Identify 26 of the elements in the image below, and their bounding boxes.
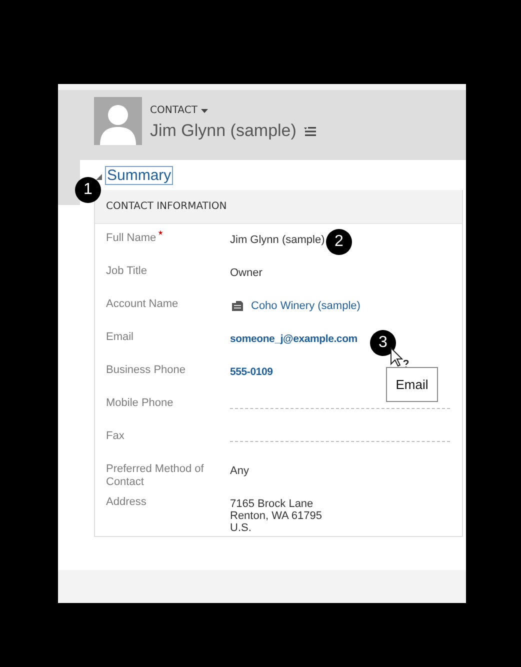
- account-link[interactable]: Coho Winery (sample): [251, 300, 360, 312]
- field-label: Mobile Phone: [106, 397, 174, 410]
- field-label: Fax: [106, 430, 126, 443]
- field-value: Owner: [230, 267, 262, 279]
- field-label: Job Title: [106, 265, 148, 278]
- record-name: Jim Glynn (sample): [150, 121, 296, 141]
- menu-icon[interactable]: [304, 126, 316, 136]
- section-title: CONTACT INFORMATION: [106, 201, 227, 212]
- avatar-icon: [94, 97, 142, 145]
- address-value: 7165 Brock Lane Renton, WA 61795 U.S.: [230, 498, 322, 534]
- entity-menu[interactable]: CONTACT: [150, 97, 316, 116]
- field-value: Any: [230, 465, 249, 477]
- section-tab-title[interactable]: Summary: [105, 166, 174, 184]
- tooltip: Email: [386, 367, 438, 402]
- caret-icon: [201, 108, 208, 112]
- field-label: Business Phone: [106, 364, 186, 377]
- field-label: Full Name: [106, 232, 156, 245]
- field-label: Address: [106, 496, 148, 509]
- field-label: Email: [106, 331, 135, 344]
- expand-icon[interactable]: [96, 174, 102, 180]
- field-link[interactable]: someone_j@example.com: [230, 333, 358, 345]
- field-label: Preferred Method of Contact: [106, 463, 205, 489]
- field-link[interactable]: 555-0109: [230, 366, 273, 378]
- building-icon: [232, 301, 243, 311]
- field-value: Jim Glynn (sample): [230, 234, 325, 246]
- field-label: Account Name: [106, 298, 180, 311]
